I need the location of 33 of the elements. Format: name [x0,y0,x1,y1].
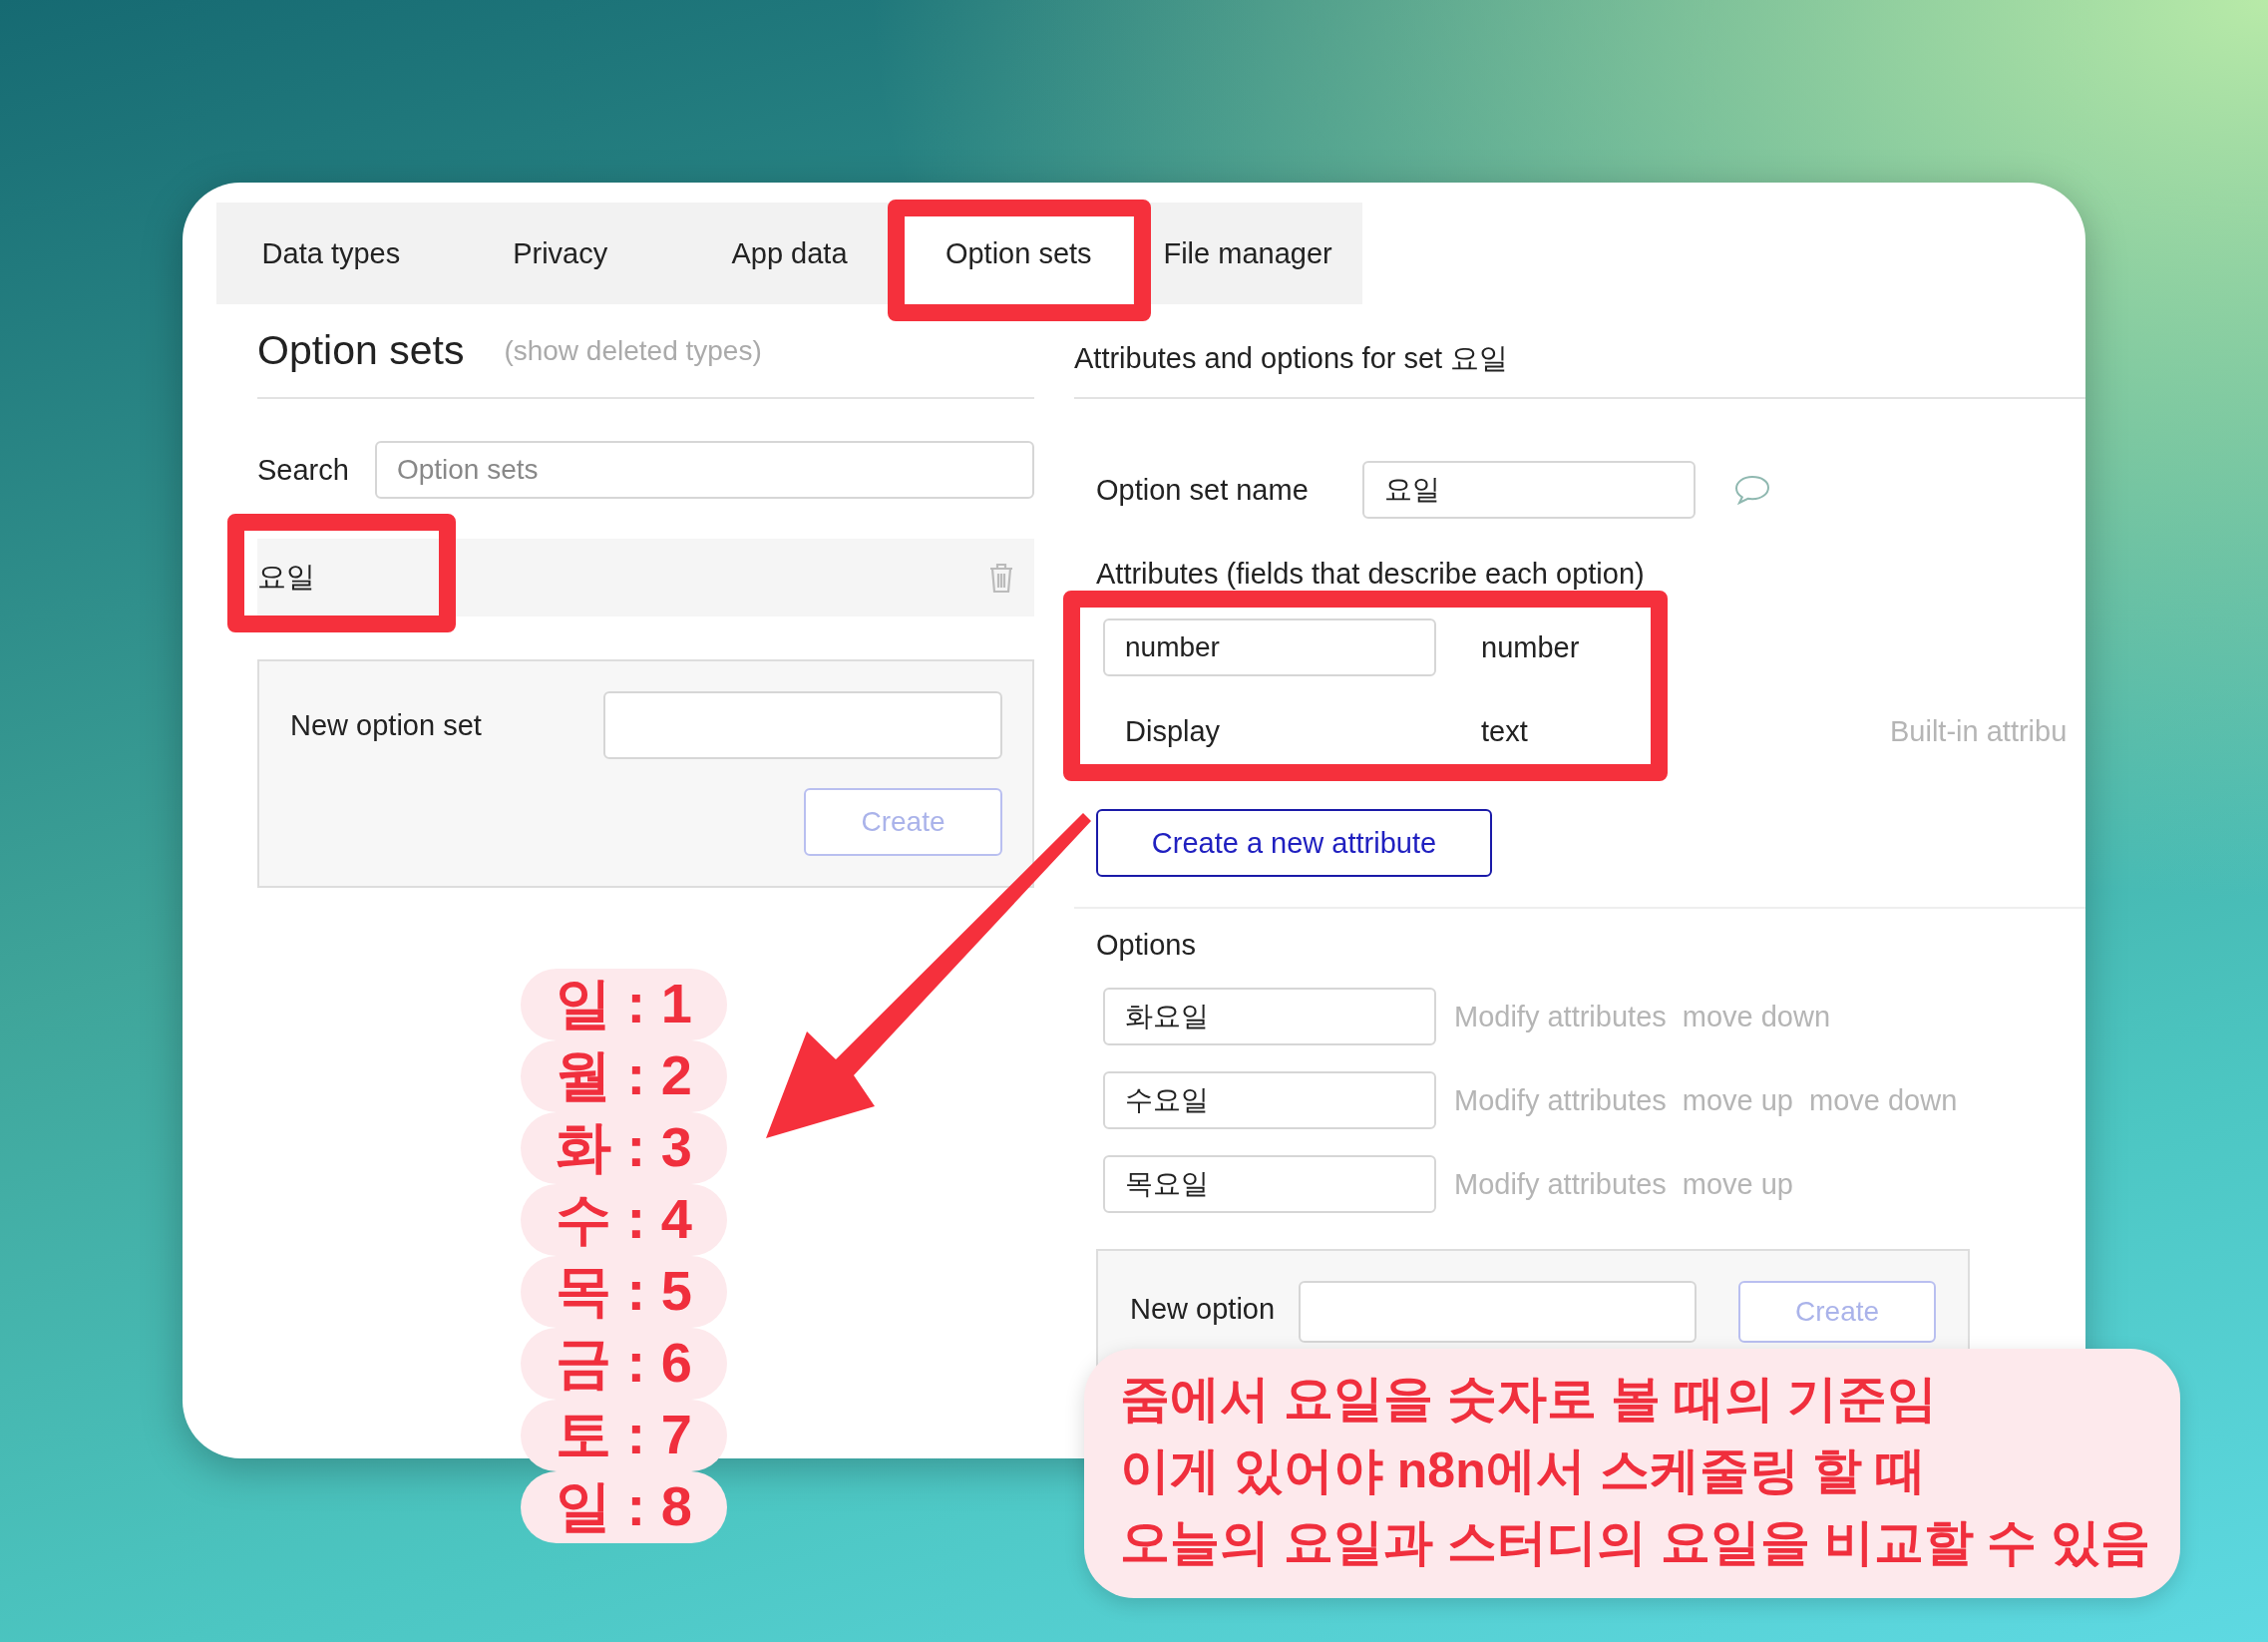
new-option-label: New option [1130,1293,1276,1326]
section-heading: Attributes and options for set 요일 [1074,341,1509,376]
day-number-label: 일 : 1 [521,969,727,1040]
search-label: Search [257,453,349,487]
option-field[interactable]: 화요일 [1103,988,1436,1045]
option-field[interactable]: 목요일 [1103,1155,1436,1213]
day-number-label: 월 : 2 [521,1040,727,1112]
option-set-name-field[interactable]: 요일 [1362,461,1696,519]
day-number-label: 일 : 8 [521,1471,727,1543]
day-number-label: 수 : 4 [521,1184,727,1256]
options-label: Options [1096,929,1197,962]
create-attribute-button[interactable]: Create a new attribute [1096,809,1492,877]
day-number-label: 금 : 6 [521,1328,727,1400]
attribute-type: number [1481,630,1581,664]
tab[interactable]: Data types [216,203,446,304]
tab[interactable]: File manager [1133,203,1362,304]
option-set-name-label: Option set name [1096,473,1310,507]
built-in-note: Built-in attribu [1890,714,2068,748]
tab[interactable]: Privacy [445,203,675,304]
day-number-label: 토 : 7 [521,1400,727,1471]
new-option-set-label: New option set [290,708,482,742]
attribute-type: text [1481,714,1529,748]
option-set-item[interactable]: 요일 [257,539,1034,616]
day-number-label: 목 : 5 [521,1256,727,1328]
callout-note: 줌에서 요일을 숫자로 볼 때의 기준임 이게 있어야 n8n에서 스케줄링 할 때 오늘의 요일과 스터디의 요일을 비교할 수 있음 [1084,1349,2181,1598]
panel-title: Option sets [257,327,465,374]
option-field[interactable]: 수요일 [1103,1071,1436,1129]
search-field[interactable]: Option sets [374,441,1034,499]
day-number-label: 화 : 3 [521,1112,727,1184]
tab[interactable]: App data [674,203,905,304]
attribute-name-field[interactable]: number [1103,618,1436,676]
attributes-label: Attributes (fields that describe each option) [1096,558,1646,591]
attribute-name: Display [1124,714,1222,748]
